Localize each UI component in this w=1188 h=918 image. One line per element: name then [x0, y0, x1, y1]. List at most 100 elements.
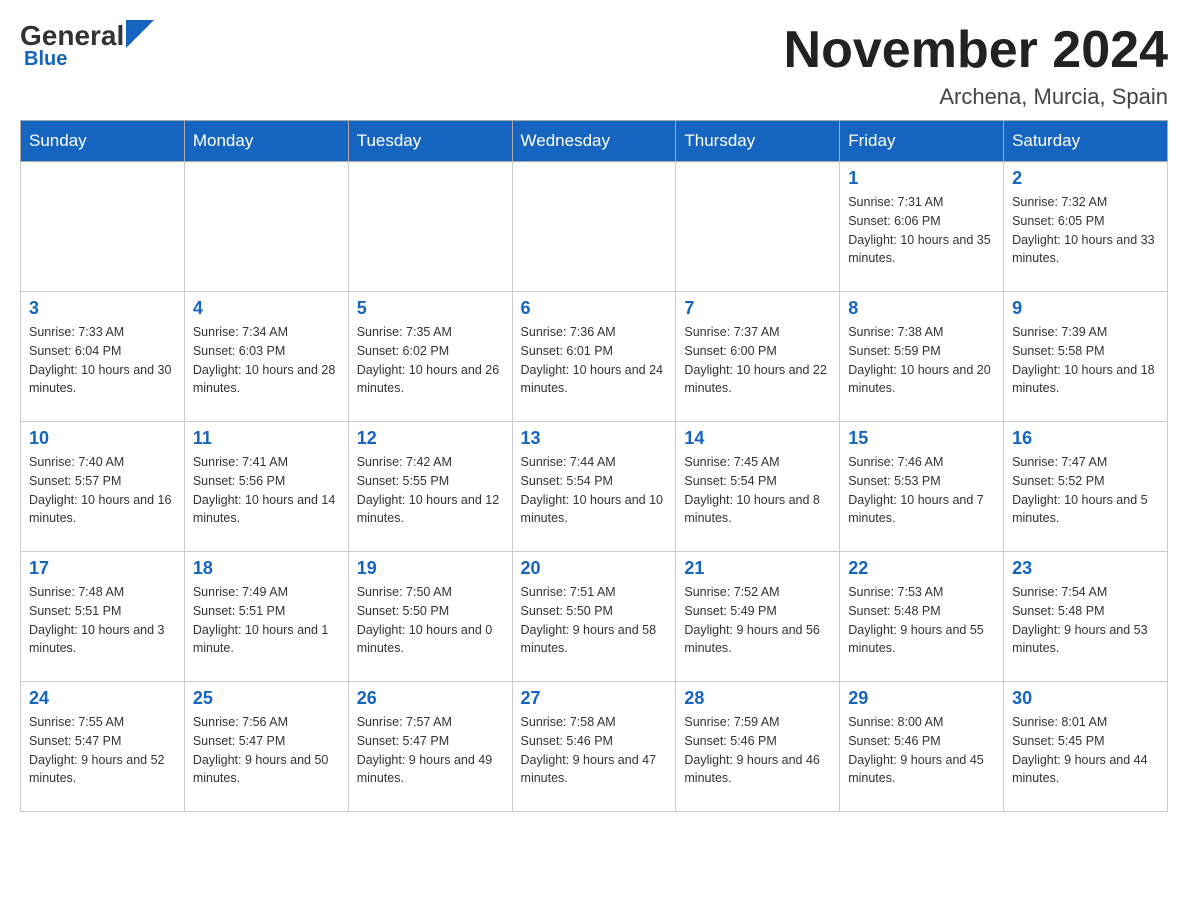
day-info: Sunrise: 7:31 AMSunset: 6:06 PMDaylight:…	[848, 193, 995, 268]
day-info: Sunrise: 8:01 AMSunset: 5:45 PMDaylight:…	[1012, 713, 1159, 788]
calendar-cell: 22Sunrise: 7:53 AMSunset: 5:48 PMDayligh…	[840, 552, 1004, 682]
day-info: Sunrise: 7:51 AMSunset: 5:50 PMDaylight:…	[521, 583, 668, 658]
day-number: 4	[193, 298, 340, 319]
logo: General Blue	[20, 20, 154, 71]
calendar-cell: 25 Sunrise: 7:56 AMSunset: 5:47 PMDayligh…	[184, 682, 348, 812]
calendar-cell: 20 Sunrise: 7:51 AMSunset: 5:50 PMDayligh…	[512, 552, 676, 682]
week-row-4: 17 Sunrise: 7:48 AMSunset: 5:51 PMDayligh…	[21, 552, 1168, 682]
day-number: 26	[357, 688, 504, 709]
day-number: 10	[29, 428, 176, 449]
day-info: Sunrise: 7:39 AMSunset: 5:58 PMDaylight:…	[1012, 323, 1159, 398]
day-info: Sunrise: 7:32 AMSunset: 6:05 PMDaylight:…	[1012, 193, 1159, 268]
calendar-cell	[348, 162, 512, 292]
calendar-cell: 26Sunrise: 7:57 AMSunset: 5:47 PMDayligh…	[348, 682, 512, 812]
day-info: Sunrise: 7:47 AMSunset: 5:52 PMDaylight:…	[1012, 453, 1159, 528]
day-info: Sunrise: 7:55 AMSunset: 5:47 PMDaylight:…	[29, 713, 176, 788]
calendar-cell	[21, 162, 185, 292]
calendar-cell: 1 Sunrise: 7:31 AMSunset: 6:06 PMDaylight…	[840, 162, 1004, 292]
calendar-cell: 8Sunrise: 7:38 AMSunset: 5:59 PMDaylight…	[840, 292, 1004, 422]
day-info: Sunrise: 7:40 AMSunset: 5:57 PMDaylight:…	[29, 453, 176, 528]
day-number: 23	[1012, 558, 1159, 579]
weekday-header-wednesday: Wednesday	[512, 121, 676, 162]
day-info: Sunrise: 7:48 AMSunset: 5:51 PMDaylight:…	[29, 583, 176, 658]
calendar-cell: 14 Sunrise: 7:45 AMSunset: 5:54 PMDayligh…	[676, 422, 840, 552]
day-number: 28	[684, 688, 831, 709]
day-number: 17	[29, 558, 176, 579]
calendar-cell: 24 Sunrise: 7:55 AMSunset: 5:47 PMDayligh…	[21, 682, 185, 812]
calendar-cell	[676, 162, 840, 292]
calendar-cell: 15Sunrise: 7:46 AMSunset: 5:53 PMDayligh…	[840, 422, 1004, 552]
day-number: 30	[1012, 688, 1159, 709]
day-info: Sunrise: 7:58 AMSunset: 5:46 PMDaylight:…	[521, 713, 668, 788]
calendar-cell: 6 Sunrise: 7:36 AMSunset: 6:01 PMDaylight…	[512, 292, 676, 422]
day-number: 7	[684, 298, 831, 319]
logo-blue: Blue	[24, 48, 67, 71]
day-info: Sunrise: 7:33 AMSunset: 6:04 PMDaylight:…	[29, 323, 176, 398]
day-info: Sunrise: 7:36 AMSunset: 6:01 PMDaylight:…	[521, 323, 668, 398]
day-info: Sunrise: 7:56 AMSunset: 5:47 PMDaylight:…	[193, 713, 340, 788]
day-number: 13	[521, 428, 668, 449]
weekday-header-row: SundayMondayTuesdayWednesdayThursdayFrid…	[21, 121, 1168, 162]
calendar-table: SundayMondayTuesdayWednesdayThursdayFrid…	[20, 120, 1168, 812]
calendar-cell: 5 Sunrise: 7:35 AMSunset: 6:02 PMDaylight…	[348, 292, 512, 422]
weekday-header-friday: Friday	[840, 121, 1004, 162]
weekday-header-thursday: Thursday	[676, 121, 840, 162]
calendar-cell: 19Sunrise: 7:50 AMSunset: 5:50 PMDayligh…	[348, 552, 512, 682]
calendar-cell: 16 Sunrise: 7:47 AMSunset: 5:52 PMDayligh…	[1004, 422, 1168, 552]
day-number: 15	[848, 428, 995, 449]
week-row-2: 3 Sunrise: 7:33 AMSunset: 6:04 PMDaylight…	[21, 292, 1168, 422]
calendar-cell: 3 Sunrise: 7:33 AMSunset: 6:04 PMDaylight…	[21, 292, 185, 422]
day-info: Sunrise: 7:54 AMSunset: 5:48 PMDaylight:…	[1012, 583, 1159, 658]
day-number: 3	[29, 298, 176, 319]
day-number: 6	[521, 298, 668, 319]
calendar-cell: 9 Sunrise: 7:39 AMSunset: 5:58 PMDaylight…	[1004, 292, 1168, 422]
day-number: 27	[521, 688, 668, 709]
day-info: Sunrise: 7:42 AMSunset: 5:55 PMDaylight:…	[357, 453, 504, 528]
calendar-cell: 4 Sunrise: 7:34 AMSunset: 6:03 PMDaylight…	[184, 292, 348, 422]
title-section: November 2024 Archena, Murcia, Spain	[784, 20, 1168, 110]
day-number: 1	[848, 168, 995, 189]
calendar-cell: 21Sunrise: 7:52 AMSunset: 5:49 PMDayligh…	[676, 552, 840, 682]
location: Archena, Murcia, Spain	[784, 84, 1168, 110]
day-number: 12	[357, 428, 504, 449]
day-number: 29	[848, 688, 995, 709]
calendar-cell: 30 Sunrise: 8:01 AMSunset: 5:45 PMDayligh…	[1004, 682, 1168, 812]
calendar-cell: 7 Sunrise: 7:37 AMSunset: 6:00 PMDaylight…	[676, 292, 840, 422]
week-row-5: 24 Sunrise: 7:55 AMSunset: 5:47 PMDayligh…	[21, 682, 1168, 812]
day-number: 2	[1012, 168, 1159, 189]
calendar-cell: 10 Sunrise: 7:40 AMSunset: 5:57 PMDayligh…	[21, 422, 185, 552]
day-info: Sunrise: 7:37 AMSunset: 6:00 PMDaylight:…	[684, 323, 831, 398]
page-header: General Blue November 2024 Archena, Murc…	[20, 20, 1168, 110]
calendar-cell: 13Sunrise: 7:44 AMSunset: 5:54 PMDayligh…	[512, 422, 676, 552]
calendar-cell	[512, 162, 676, 292]
month-title: November 2024	[784, 20, 1168, 80]
day-number: 8	[848, 298, 995, 319]
day-info: Sunrise: 8:00 AMSunset: 5:46 PMDaylight:…	[848, 713, 995, 788]
day-info: Sunrise: 7:49 AMSunset: 5:51 PMDaylight:…	[193, 583, 340, 658]
day-number: 19	[357, 558, 504, 579]
calendar-cell: 18Sunrise: 7:49 AMSunset: 5:51 PMDayligh…	[184, 552, 348, 682]
day-info: Sunrise: 7:35 AMSunset: 6:02 PMDaylight:…	[357, 323, 504, 398]
calendar-cell: 17 Sunrise: 7:48 AMSunset: 5:51 PMDayligh…	[21, 552, 185, 682]
day-info: Sunrise: 7:34 AMSunset: 6:03 PMDaylight:…	[193, 323, 340, 398]
calendar-cell	[184, 162, 348, 292]
day-number: 21	[684, 558, 831, 579]
week-row-3: 10 Sunrise: 7:40 AMSunset: 5:57 PMDayligh…	[21, 422, 1168, 552]
weekday-header-monday: Monday	[184, 121, 348, 162]
calendar-cell: 11 Sunrise: 7:41 AMSunset: 5:56 PMDayligh…	[184, 422, 348, 552]
logo-triangle-icon	[126, 20, 154, 48]
calendar-cell: 23 Sunrise: 7:54 AMSunset: 5:48 PMDayligh…	[1004, 552, 1168, 682]
day-number: 5	[357, 298, 504, 319]
day-number: 22	[848, 558, 995, 579]
calendar-cell: 12 Sunrise: 7:42 AMSunset: 5:55 PMDayligh…	[348, 422, 512, 552]
day-number: 24	[29, 688, 176, 709]
day-number: 9	[1012, 298, 1159, 319]
day-number: 14	[684, 428, 831, 449]
day-info: Sunrise: 7:41 AMSunset: 5:56 PMDaylight:…	[193, 453, 340, 528]
day-number: 20	[521, 558, 668, 579]
day-number: 16	[1012, 428, 1159, 449]
day-info: Sunrise: 7:45 AMSunset: 5:54 PMDaylight:…	[684, 453, 831, 528]
calendar-cell: 2 Sunrise: 7:32 AMSunset: 6:05 PMDaylight…	[1004, 162, 1168, 292]
day-number: 25	[193, 688, 340, 709]
day-number: 11	[193, 428, 340, 449]
